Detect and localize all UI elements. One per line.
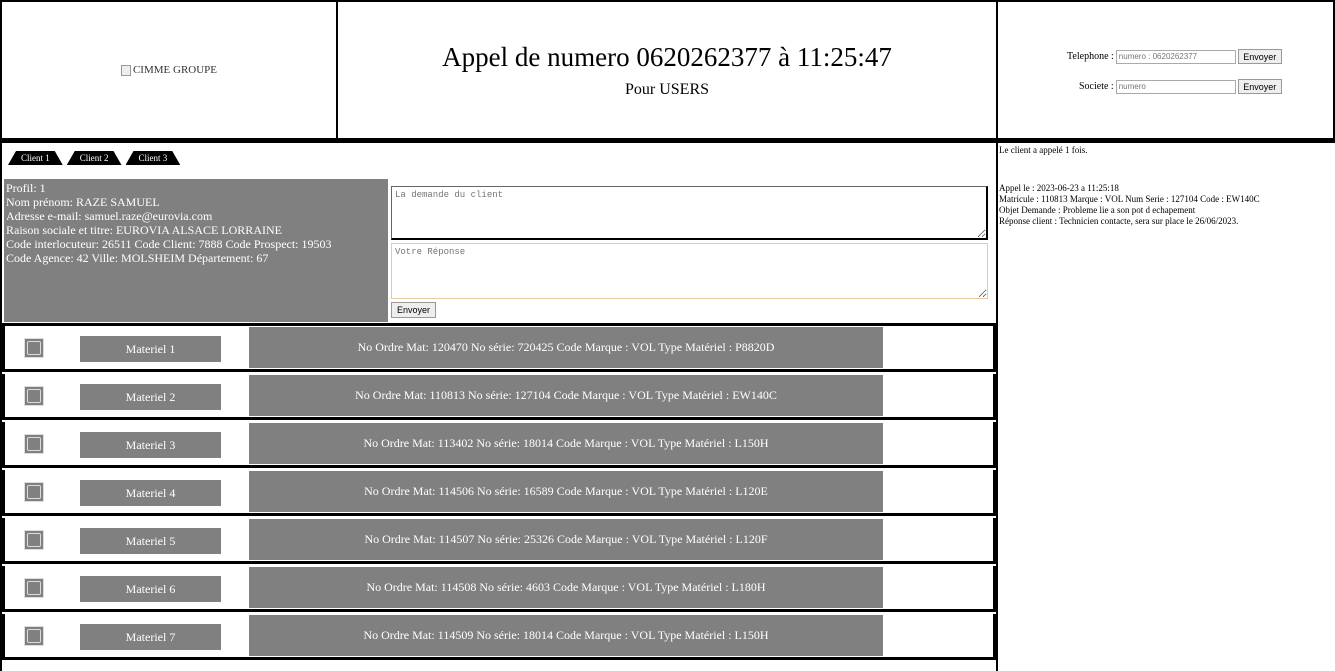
client-info-panel: Profil: 1 Nom prénom: RAZE SAMUEL Adress…	[4, 179, 388, 322]
history-call-date: Appel le : 2023-06-23 a 11:25:18	[999, 183, 1119, 193]
material-checkbox[interactable]	[24, 434, 44, 454]
client-profile: Profil: 1	[6, 181, 46, 195]
tab-client-3[interactable]: Client 3	[126, 151, 181, 165]
send-reply-button[interactable]: Envoyer	[391, 302, 436, 318]
material-row: Materiel 4 No Ordre Mat: 114506 No série…	[2, 470, 996, 516]
material-name: Materiel 5	[80, 528, 221, 554]
call-title: Appel de numero 0620262377 à 11:25:47	[442, 42, 892, 72]
demand-textarea[interactable]	[391, 186, 988, 240]
history-reponse: Réponse client : Technicien contacte, se…	[999, 216, 1239, 226]
phone-input[interactable]	[1115, 49, 1236, 64]
material-checkbox[interactable]	[24, 626, 44, 646]
material-name: Materiel 2	[80, 384, 221, 410]
company-label: Societe :	[1079, 81, 1114, 92]
material-name: Materiel 6	[80, 576, 221, 602]
materials-list: Materiel 1 No Ordre Mat: 120470 No série…	[2, 323, 996, 660]
material-row: Materiel 3 No Ordre Mat: 113402 No série…	[2, 422, 996, 468]
tab-client-2[interactable]: Client 2	[67, 151, 122, 165]
material-row: Materiel 6 No Ordre Mat: 114508 No série…	[2, 566, 996, 612]
material-name: Materiel 3	[80, 432, 221, 458]
logo-alt-text: CIMME GROUPE	[132, 64, 218, 76]
material-row: Materiel 2 No Ordre Mat: 110813 No série…	[2, 374, 996, 420]
company-send-button[interactable]: Envoyer	[1237, 79, 1282, 94]
call-history-panel: Le client a appelé 1 fois. Appel le : 20…	[998, 140, 1335, 671]
client-agency: Code Agence: 42 Ville: MOLSHEIM Départem…	[6, 251, 269, 265]
material-description: No Ordre Mat: 114506 No série: 16589 Cod…	[249, 471, 883, 512]
client-name: Nom prénom: RAZE SAMUEL	[6, 195, 160, 209]
material-description: No Ordre Mat: 120470 No série: 720425 Co…	[249, 327, 883, 368]
material-checkbox[interactable]	[24, 386, 44, 406]
phone-send-button[interactable]: Envoyer	[1237, 49, 1282, 64]
material-checkbox[interactable]	[24, 578, 44, 598]
material-name: Materiel 1	[80, 336, 221, 362]
material-description: No Ordre Mat: 114508 No série: 4603 Code…	[249, 567, 883, 608]
history-objet: Objet Demande : Probleme lie a son pot d…	[999, 205, 1196, 215]
history-matricule: Matricule : 110813 Marque : VOL Num Seri…	[999, 194, 1260, 204]
main-panel: Client 1 Client 2 Client 3 Profil: 1 Nom…	[0, 140, 998, 671]
call-subtitle: Pour USERS	[624, 81, 710, 98]
phone-label: Telephone :	[1067, 51, 1114, 62]
company-search-row: Societe : Envoyer	[1079, 79, 1282, 94]
call-header: Appel de numero 0620262377 à 11:25:47 Po…	[336, 0, 998, 140]
company-logo: CIMME GROUPE	[120, 64, 218, 76]
company-input[interactable]	[1115, 79, 1236, 94]
logo-area: CIMME GROUPE	[0, 0, 336, 140]
material-name: Materiel 4	[80, 480, 221, 506]
reply-textarea[interactable]	[391, 243, 988, 299]
material-description: No Ordre Mat: 110813 No série: 127104 Co…	[249, 375, 883, 416]
broken-image-icon	[120, 64, 131, 76]
client-tabs: Client 1 Client 2 Client 3	[8, 151, 180, 165]
material-checkbox[interactable]	[24, 482, 44, 502]
phone-search-row: Telephone : Envoyer	[1067, 49, 1282, 64]
material-description: No Ordre Mat: 114509 No série: 18014 Cod…	[249, 615, 883, 656]
call-count: Le client a appelé 1 fois.	[999, 145, 1088, 155]
material-row: Materiel 5 No Ordre Mat: 114507 No série…	[2, 518, 996, 564]
material-description: No Ordre Mat: 113402 No série: 18014 Cod…	[249, 423, 883, 464]
material-row: Materiel 7 No Ordre Mat: 114509 No série…	[2, 614, 996, 660]
material-checkbox[interactable]	[24, 338, 44, 358]
material-name: Materiel 7	[80, 624, 221, 650]
material-checkbox[interactable]	[24, 530, 44, 550]
material-row: Materiel 1 No Ordre Mat: 120470 No série…	[2, 323, 996, 372]
client-company: Raison sociale et titre: EUROVIA ALSACE …	[6, 223, 282, 237]
tab-client-1[interactable]: Client 1	[8, 151, 63, 165]
material-description: No Ordre Mat: 114507 No série: 25326 Cod…	[249, 519, 883, 560]
client-codes: Code interlocuteur: 26511 Code Client: 7…	[6, 237, 332, 251]
client-email: Adresse e-mail: samuel.raze@eurovia.com	[6, 209, 213, 223]
search-panel: Telephone : Envoyer Societe : Envoyer	[998, 0, 1335, 140]
